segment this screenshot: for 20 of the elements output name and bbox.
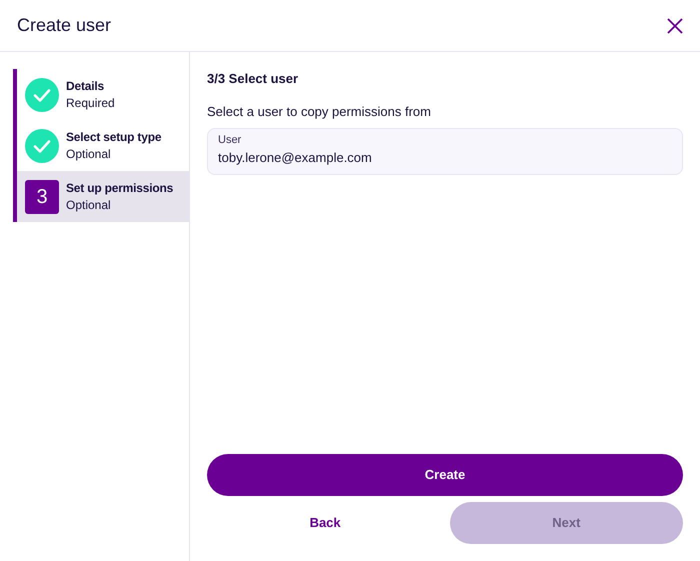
step-item[interactable]: 3 Set up permissions Optional <box>17 171 189 222</box>
step-title: Set up permissions <box>66 180 174 196</box>
step-subtitle: Required <box>66 94 115 111</box>
dialog-title: Create user <box>17 14 112 36</box>
user-field[interactable]: User toby.lerone@example.com <box>207 128 683 174</box>
step-title: Details <box>66 78 105 94</box>
step-heading: 3/3 Select user <box>207 70 300 88</box>
field-value: toby.lerone@example.com <box>218 149 373 167</box>
step-subtitle: Optional <box>66 146 112 162</box>
step-item[interactable]: Details Required <box>17 69 189 120</box>
step-title: Select setup type <box>66 129 162 146</box>
instruction-text: Select a user to copy permissions from <box>207 102 432 121</box>
field-label: User <box>218 132 242 148</box>
step-item[interactable]: Select setup type Optional <box>17 120 189 171</box>
primary-button[interactable]: Create <box>207 454 683 496</box>
check-icon <box>25 78 59 112</box>
step-subtitle: Optional <box>66 196 112 213</box>
step-number: 3 <box>25 180 59 214</box>
check-icon <box>25 128 59 162</box>
text-button[interactable]: Back <box>207 502 444 544</box>
